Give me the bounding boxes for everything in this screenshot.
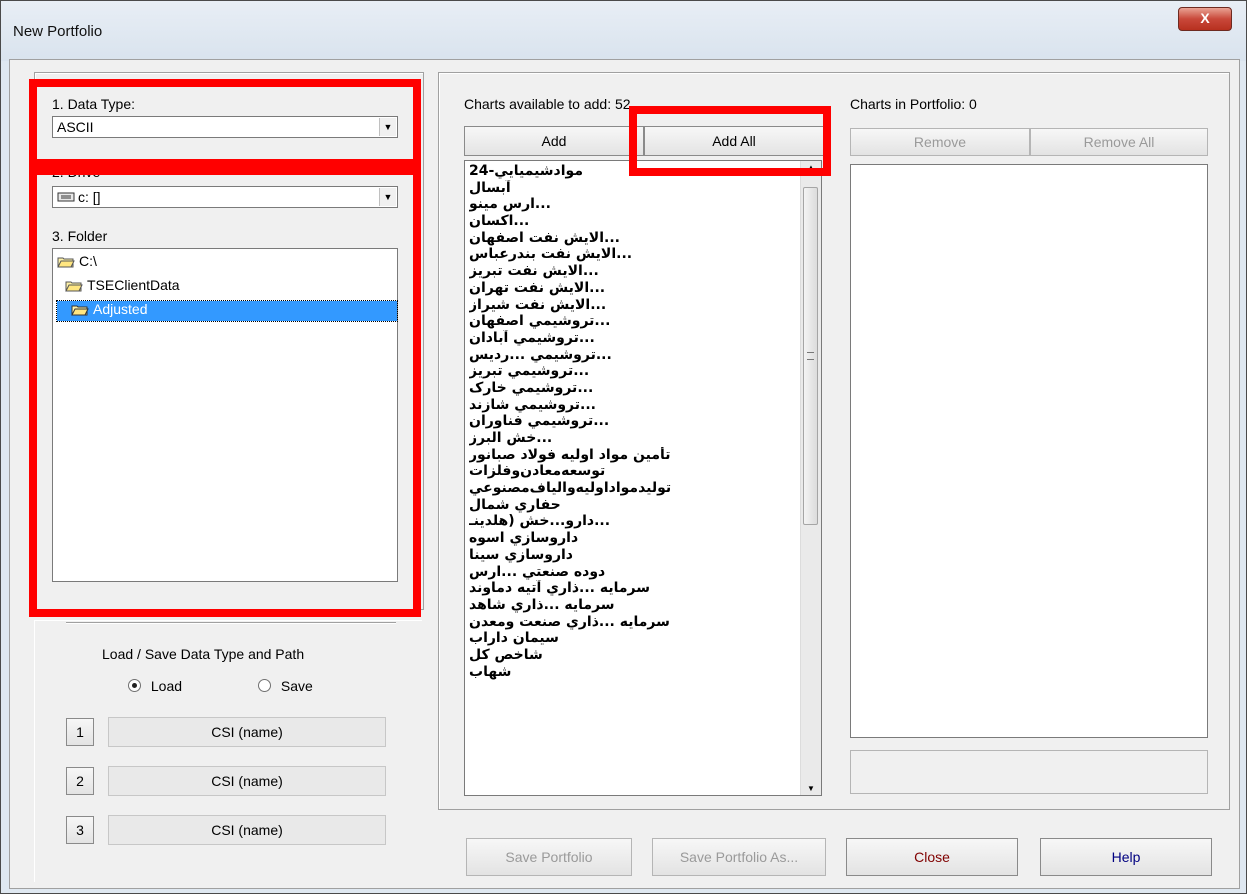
open-folder-icon — [57, 257, 75, 268]
data-type-label: 1. Data Type: — [52, 96, 136, 112]
list-item[interactable]: حفاري شمال — [469, 497, 795, 514]
list-item[interactable]: داروسازي سينا — [469, 547, 795, 564]
add-button-label: Add — [541, 133, 567, 149]
drive-icon — [57, 192, 75, 202]
add-all-button[interactable]: Add All — [644, 126, 824, 156]
available-header: Charts available to add: 52 — [464, 96, 631, 112]
add-button[interactable]: Add — [464, 126, 644, 156]
portfolio-charts-list[interactable] — [850, 164, 1208, 738]
new-portfolio-window: New Portfolio X 1. Data Type: ASCII ▼ 2.… — [0, 0, 1247, 894]
open-folder-icon — [65, 281, 83, 292]
list-item[interactable]: شهاب — [469, 664, 795, 681]
help-button-label: Help — [1111, 849, 1141, 865]
list-item[interactable]: ...تروشيمي شازند — [469, 397, 795, 414]
save-portfolio-button[interactable]: Save Portfolio — [466, 838, 632, 876]
list-item[interactable]: ...ارس مينو — [469, 196, 795, 213]
portfolio-status-field — [850, 750, 1208, 794]
list-item[interactable]: ...تروشيمي آبادان — [469, 330, 795, 347]
preset-1-name[interactable]: CSI (name) — [108, 717, 386, 747]
list-item[interactable]: سرمايه ...ذاري صنعت ومعدن — [469, 614, 795, 631]
folder-item-adjusted[interactable]: Adjusted — [56, 300, 398, 322]
open-folder-icon — [71, 305, 89, 316]
window-close-button[interactable]: X — [1178, 7, 1232, 31]
list-item[interactable]: ...دارو...خش (هلدينـ — [469, 513, 795, 530]
title-bar: New Portfolio X — [1, 1, 1246, 61]
save-portfolio-label: Save Portfolio — [505, 849, 593, 865]
remove-button[interactable]: Remove — [850, 128, 1030, 156]
load-save-label: Load / Save Data Type and Path — [102, 646, 305, 662]
chevron-down-icon[interactable]: ▼ — [379, 188, 396, 206]
folder-name: TSEClientData — [87, 277, 180, 293]
list-item[interactable]: ...تروشيمي ...رديس — [469, 347, 795, 364]
list-item[interactable]: توسعه‌معادن‌وفلزات — [469, 463, 795, 480]
list-item[interactable]: توليدمواداوليه‌والياف‌مصنوعي — [469, 480, 795, 497]
list-item[interactable]: آبسال — [469, 180, 795, 197]
list-item[interactable]: سرمايه ...ذاري شاهد — [469, 597, 795, 614]
preset-3-button[interactable]: 3 — [66, 816, 94, 844]
list-item[interactable]: موادشيميايي-24 — [469, 163, 795, 180]
help-button[interactable]: Help — [1040, 838, 1212, 876]
list-item[interactable]: سيمان داراب — [469, 630, 795, 647]
scroll-up-icon[interactable]: ▲ — [801, 163, 821, 172]
add-all-button-label: Add All — [712, 133, 756, 149]
remove-all-button-label: Remove All — [1083, 134, 1155, 150]
list-item[interactable]: ...تروشيمي اصفهان — [469, 313, 795, 330]
list-item[interactable]: ...اکسان — [469, 213, 795, 230]
list-item[interactable]: ...تروشيمي تبريز — [469, 363, 795, 380]
list-item[interactable]: دوده صنعتي ...ارس — [469, 564, 795, 581]
data-type-value: ASCII — [57, 119, 94, 135]
list-item[interactable]: ...الايش نفت تهران — [469, 280, 795, 297]
list-item[interactable]: ...خش البرز — [469, 430, 795, 447]
folder-item-root[interactable]: C:\ — [57, 253, 97, 273]
list-item[interactable]: ...تروشيمي خارک — [469, 380, 795, 397]
scroll-thumb[interactable] — [803, 187, 818, 525]
list-item[interactable]: ...الايش نفت اصفهان — [469, 230, 795, 247]
remove-all-button[interactable]: Remove All — [1030, 128, 1208, 156]
dialog-client: 1. Data Type: ASCII ▼ 2. Drive c: [] ▼ 3… — [9, 59, 1240, 889]
save-portfolio-as-label: Save Portfolio As... — [679, 849, 799, 865]
list-item[interactable]: داروسازي اسوه — [469, 530, 795, 547]
remove-button-label: Remove — [913, 134, 967, 150]
drive-label: 2. Drive — [52, 164, 101, 180]
list-item[interactable]: ...تروشيمي فناوران — [469, 413, 795, 430]
preset-1-button[interactable]: 1 — [66, 718, 94, 746]
list-item[interactable]: ...الايش نفت بندرعباس — [469, 246, 795, 263]
preset-2-button[interactable]: 2 — [66, 767, 94, 795]
list-item[interactable]: ...الايش نفت تبريز — [469, 263, 795, 280]
list-item[interactable]: سرمايه ...ذاري آتيه دماوند — [469, 580, 795, 597]
data-type-select[interactable]: ASCII ▼ — [52, 116, 398, 138]
radio-unselected-icon[interactable] — [258, 679, 271, 692]
drive-text: c: [] — [78, 189, 101, 205]
folder-label: 3. Folder — [52, 228, 108, 244]
folder-name: Adjusted — [93, 301, 148, 317]
available-scrollbar[interactable]: ▲ ▼ — [800, 161, 821, 795]
window-title: New Portfolio — [13, 23, 103, 40]
radio-selected-icon[interactable] — [128, 679, 141, 692]
close-button[interactable]: Close — [846, 838, 1018, 876]
preset-3-name[interactable]: CSI (name) — [108, 815, 386, 845]
available-charts-list[interactable]: موادشيميايي-24 آبسال ...ارس مينو ...اکسان..… — [464, 160, 822, 796]
save-radio[interactable]: Save — [258, 678, 313, 694]
chevron-down-icon[interactable]: ▼ — [379, 118, 396, 136]
save-portfolio-as-button[interactable]: Save Portfolio As... — [652, 838, 826, 876]
available-items: موادشيميايي-24 آبسال ...ارس مينو ...اکسان..… — [469, 163, 795, 680]
list-item[interactable]: شاخص کل — [469, 647, 795, 664]
drive-select[interactable]: c: [] ▼ — [52, 186, 398, 208]
scroll-down-icon[interactable]: ▼ — [801, 784, 821, 793]
folder-tree[interactable]: C:\ TSEClientData Adjusted — [52, 248, 398, 582]
folder-name: C:\ — [79, 253, 97, 269]
portfolio-header: Charts in Portfolio: 0 — [850, 96, 977, 112]
close-button-label: Close — [914, 849, 950, 865]
load-radio-label: Load — [150, 678, 183, 694]
drive-value: c: [] — [57, 189, 101, 205]
save-radio-label: Save — [280, 678, 313, 694]
folder-item-tseclientdata[interactable]: TSEClientData — [65, 277, 180, 297]
preset-2-name[interactable]: CSI (name) — [108, 766, 386, 796]
load-radio[interactable]: Load — [128, 678, 182, 694]
list-item[interactable]: ...الايش نفت شيراز — [469, 297, 795, 314]
list-item[interactable]: تأمين مواد اوليه فولاد صبانور — [469, 447, 795, 464]
